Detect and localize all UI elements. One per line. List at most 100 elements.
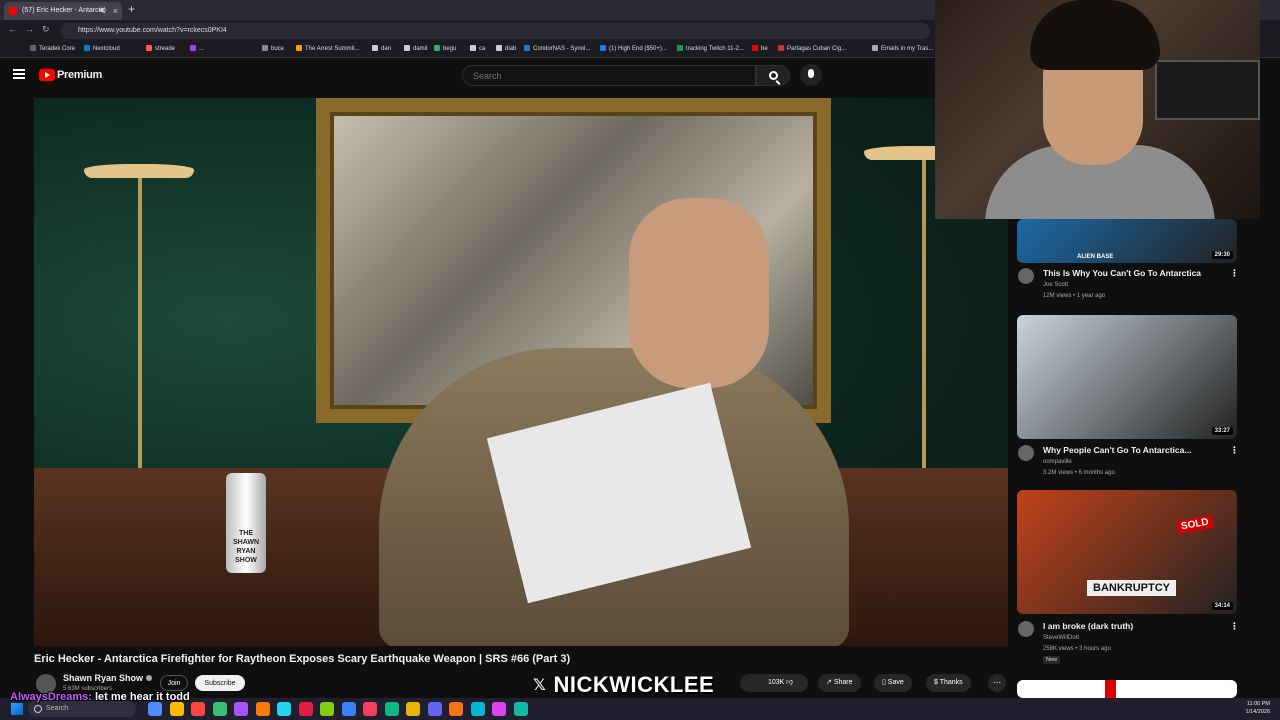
recommendation-channel[interactable]: SteveWillDoIt — [1043, 635, 1079, 641]
dislike-icon[interactable]: 👎︎ — [786, 674, 793, 692]
join-button[interactable]: Join — [160, 675, 188, 691]
search-icon — [769, 71, 778, 80]
address-bar[interactable]: https://www.youtube.com/watch?v=rckecs0P… — [60, 23, 930, 39]
bookmark-favicon-icon — [677, 45, 683, 51]
thumbnail-tag: SOLD — [1176, 514, 1214, 535]
subscribe-button[interactable]: Subscribe — [195, 675, 245, 691]
taskbar-app-icon[interactable] — [470, 702, 485, 716]
video-duration: 34:14 — [1211, 602, 1233, 610]
bookmark-item[interactable]: The Arrest Summit... — [296, 45, 360, 52]
channel-avatar[interactable] — [1018, 445, 1034, 461]
lamp-stand-right — [922, 158, 926, 498]
recommendation-channel[interactable]: oompaville — [1043, 459, 1072, 465]
video-title: Eric Hecker - Antarctica Firefighter for… — [34, 653, 571, 665]
channel-name[interactable]: Shawn Ryan Show — [63, 673, 153, 683]
chat-message: AlwaysDreams: let me hear it todd — [10, 691, 190, 703]
taskbar-app-icon[interactable] — [298, 702, 313, 716]
more-options-icon[interactable]: ⋮ — [1230, 268, 1239, 279]
reload-icon[interactable]: ↻ — [42, 24, 50, 35]
taskbar-app-icon[interactable] — [169, 702, 184, 716]
like-count: 103K — [768, 679, 785, 686]
bookmark-item[interactable]: Teradek Core — [30, 45, 75, 52]
taskbar-app-icon[interactable] — [363, 702, 377, 716]
bookmark-item[interactable]: be — [752, 45, 768, 52]
bookmark-item[interactable]: Emails in my Tras... — [872, 45, 933, 52]
tab-title: (57) Eric Hecker - Antarctic — [22, 7, 106, 14]
recommendation-channel[interactable]: Joe Scott — [1043, 282, 1068, 288]
more-options-icon[interactable]: ⋮ — [1230, 445, 1239, 456]
bookmark-favicon-icon — [262, 45, 268, 51]
browser-tab-active[interactable]: (57) Eric Hecker - Antarctic ◀) × — [4, 2, 122, 20]
bookmark-item[interactable]: Nextcloud — [84, 45, 120, 52]
lamp-shade — [84, 164, 194, 178]
thumbnail-caption: BANKRUPTCY — [1087, 580, 1176, 596]
video-player[interactable]: THE SHAWN RYAN SHOW — [34, 98, 1008, 646]
more-actions-button[interactable]: ... — [988, 674, 1006, 692]
recommendation-thumbnail[interactable]: ALIEN BASE 29:30 — [1017, 219, 1237, 263]
more-options-icon[interactable]: ⋮ — [1230, 621, 1239, 632]
bookmark-item[interactable]: buce — [262, 45, 284, 52]
search-input[interactable] — [462, 65, 756, 86]
taskbar-app-icon[interactable] — [449, 702, 463, 716]
bookmark-item[interactable]: ... — [190, 45, 204, 52]
recommendation-title[interactable]: I am broke (dark truth) — [1043, 621, 1133, 631]
taskbar-app-icon[interactable] — [212, 702, 227, 716]
taskbar-app-icon[interactable] — [406, 702, 420, 716]
hamburger-menu-icon[interactable] — [13, 69, 25, 79]
taskbar-app-icon[interactable] — [341, 702, 356, 716]
share-button[interactable]: ↗ Share — [818, 674, 861, 692]
like-button[interactable]: 103K 👎︎ — [740, 674, 808, 692]
taskbar-app-icon[interactable] — [320, 702, 334, 716]
bookmark-favicon-icon — [296, 45, 302, 51]
new-tab-icon[interactable]: + — [128, 2, 135, 16]
bookmark-item[interactable]: CondorNAS - Synol... — [524, 45, 590, 52]
youtube-logo-icon[interactable] — [39, 69, 55, 81]
taskbar-app-icon[interactable] — [191, 702, 205, 716]
bookmark-item[interactable]: damit — [404, 45, 428, 52]
channel-avatar[interactable] — [1018, 268, 1034, 284]
water-bottle: THE SHAWN RYAN SHOW — [226, 473, 266, 573]
search-button[interactable] — [756, 65, 790, 86]
bookmark-item[interactable]: ca — [470, 45, 485, 52]
taskbar-app-icon[interactable] — [234, 702, 248, 716]
taskbar-app-icon[interactable] — [513, 702, 528, 716]
bookmark-favicon-icon — [778, 45, 784, 51]
save-button[interactable]: ▯ Save — [874, 674, 912, 692]
bookmark-item[interactable]: Partagas Cuban Cig... — [778, 45, 846, 52]
taskbar-app-icon[interactable] — [427, 702, 442, 716]
recommendation-title[interactable]: This Is Why You Can't Go To Antarctica — [1043, 268, 1201, 278]
bookmark-item[interactable]: streade — [146, 45, 175, 52]
system-clock[interactable]: 11:00 PM 1/14/2026 — [1246, 700, 1270, 716]
recommendation-thumbnail[interactable]: BANKRUPTCY SOLD 34:14 — [1017, 490, 1237, 614]
lamp-stand — [138, 178, 142, 498]
monitor — [1155, 60, 1260, 120]
taskbar-app-icon[interactable] — [384, 702, 399, 716]
taskbar-app-icon[interactable] — [277, 702, 291, 716]
bookmark-favicon-icon — [404, 45, 410, 51]
windows-start-icon[interactable] — [11, 703, 23, 715]
channel-avatar[interactable] — [1018, 621, 1034, 637]
taskbar-app-icon[interactable] — [255, 702, 270, 716]
bookmark-item[interactable]: dan — [372, 45, 391, 52]
recommendation-thumbnail[interactable]: 33:27 — [1017, 315, 1237, 439]
voice-search-icon[interactable] — [800, 64, 822, 86]
bookmark-item[interactable]: diab — [496, 45, 516, 52]
back-icon[interactable]: ← — [8, 24, 17, 34]
thumbnail-caption: ALIEN BASE — [1077, 254, 1114, 260]
forward-icon[interactable]: → — [25, 24, 34, 34]
bookmark-item[interactable]: tracking Twitch 11-2... — [677, 45, 744, 52]
thanks-button[interactable]: $ Thanks — [926, 674, 971, 692]
taskbar-search[interactable]: Search — [28, 701, 136, 717]
recommendation-title[interactable]: Why People Can't Go To Antarctica... — [1043, 445, 1191, 455]
speaker-icon[interactable]: ◀) — [98, 2, 106, 20]
youtube-brand[interactable]: Premium — [57, 69, 102, 81]
bookmark-item[interactable]: begu — [434, 45, 456, 52]
bookmark-item[interactable]: (1) High End ($50+)... — [600, 45, 667, 52]
close-tab-icon[interactable]: × — [113, 2, 118, 20]
taskbar-app-icon[interactable] — [148, 702, 162, 716]
bookmark-favicon-icon — [470, 45, 476, 51]
bookmark-favicon-icon — [30, 45, 36, 51]
bookmark-favicon-icon — [84, 45, 90, 51]
taskbar-app-icon[interactable] — [492, 702, 506, 716]
recommendation-thumbnail[interactable] — [1017, 680, 1237, 698]
